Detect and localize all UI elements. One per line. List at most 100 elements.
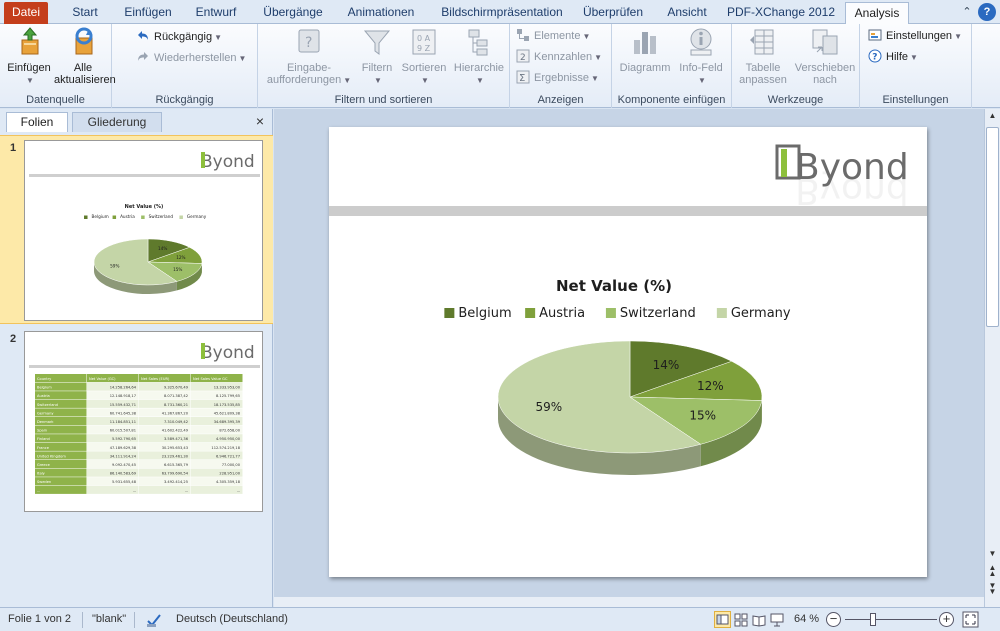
kennzahlen-button[interactable]: 2 Kennzahlen ▼ [516,48,602,66]
close-panel-icon[interactable]: × [256,113,264,129]
current-slide[interactable]: Byond Byond Net Value (%) Belgium Austria… [329,127,927,577]
theme-name[interactable]: "blank" [92,613,126,625]
table-cell-text: 23.229.461,30 [162,454,189,458]
zoom-out-button[interactable]: − [826,612,841,627]
chevron-down-icon: ▼ [476,76,484,85]
redo-button[interactable]: Wiederherstellen ▼ [136,49,246,67]
pie-data-label: 12% [176,255,185,260]
vertical-scrollbar[interactable]: ▲ ▼ ▲ ▲ ▼ ▼ [984,109,1000,607]
tab-bildschirmpraesentation[interactable]: Bildschirmpräsentation [432,2,572,24]
tabelle-label-2: anpassen [739,74,787,86]
hierarchie-button[interactable]: Hierarchie ▼ [450,26,508,87]
scroll-down-icon[interactable]: ▼ [986,549,999,562]
verschieben-nach-button[interactable]: Verschieben nach [792,26,858,86]
scroll-thumb[interactable] [986,127,999,327]
fit-to-window-icon[interactable] [962,611,979,628]
einfuegen-label: Einfügen [7,62,51,74]
tab-analysis[interactable]: Analysis [845,2,909,25]
chevron-down-icon: ▼ [954,32,962,41]
einfuegen-button[interactable]: Einfügen ▼ [4,26,54,87]
table-cell-text: Net Value (GC) [89,377,116,381]
tab-gliederung[interactable]: Gliederung [72,112,162,132]
reading-view-icon[interactable] [752,613,766,627]
kennzahlen-label: Kennzahlen [534,51,593,63]
totals-sigma-icon: Σ [516,70,530,84]
previous-slide-icon[interactable]: ▲ ▲ [986,564,999,578]
normal-view-button[interactable] [714,611,731,628]
scroll-up-icon[interactable]: ▲ [986,111,999,124]
group-werkzeuge: Tabelle anpassen Verschieben nach Werkze… [732,24,860,108]
undo-button[interactable]: Rückgängig ▼ [136,28,222,46]
ribbon: Einfügen ▼ Alle aktualisieren Datenquell… [0,24,1000,108]
slide-sorter-icon[interactable] [734,613,748,627]
slide-thumbnail-1[interactable]: 1 Byond Net Value (%) Belgium Austria Swit… [0,135,273,324]
hilfe-label: Hilfe [886,51,909,63]
einstellungen-button[interactable]: Einstellungen ▼ [868,27,962,45]
tab-ueberpruefen[interactable]: Überprüfen [576,2,650,24]
table-cell-text: 5.592.790,65 [112,437,136,441]
table-cell [191,485,243,494]
diagramm-button[interactable]: Diagramm [618,26,672,74]
slideshow-icon[interactable] [770,613,784,627]
tab-entwurf[interactable]: Entwurf [186,2,246,24]
help-icon[interactable]: ? [978,3,996,21]
next-slide-icon[interactable]: ▼ ▼ [986,582,999,596]
eingabeaufforderungen-button[interactable]: ? Eingabe- aufforderungen ▼ [262,26,356,87]
svg-text:Σ: Σ [519,73,525,84]
table-cell-text: 11.184.851,11 [110,420,136,424]
horizontal-scrollbar[interactable] [274,597,984,607]
table-cell-text: 41.602.422,49 [162,429,189,433]
legend-label: Austria [539,306,585,321]
ergebnisse-button[interactable]: Σ Ergebnisse ▼ [516,69,599,87]
byond-logo: Byond Byond [775,144,909,211]
table-cell-text: 63.799.690,54 [162,472,189,476]
legend-swatch [444,308,455,318]
tab-einfuegen[interactable]: Einfügen [116,2,180,24]
zoom-level[interactable]: 64 % [794,613,819,625]
filtern-button[interactable]: Filtern ▼ [356,26,398,87]
pie-data-label: 12% [697,379,724,393]
status-bar: Folie 1 von 2 "blank" Deutsch (Deutschla… [0,607,1000,631]
minimize-ribbon-icon[interactable]: ⌃ [958,3,976,21]
undo-icon [138,31,148,40]
hilfe-button[interactable]: ? Hilfe ▼ [868,48,918,66]
table-cell-text: Net Sales Value GC [193,377,228,381]
tab-uebergaenge[interactable]: Übergänge [254,2,332,24]
table-cell-text: 34.689.395,39 [214,420,241,424]
tab-ansicht[interactable]: Ansicht [656,2,718,24]
table-cell-text: Austria [37,394,50,398]
insert-datasource-icon [21,27,39,55]
legend-swatch [112,215,117,219]
tab-folien[interactable]: Folien [6,112,68,132]
filtern-label: Filtern [361,62,393,74]
slide-number: 1 [10,142,17,154]
chevron-down-icon: ▼ [910,53,918,62]
elemente-button[interactable]: Elemente ▼ [516,27,590,45]
pie-data-label: 15% [689,408,716,422]
alle-aktualisieren-button[interactable]: Alle aktualisieren [54,26,116,86]
zoom-in-button[interactable]: + [939,612,954,627]
settings-icon [868,29,882,41]
tab-animationen[interactable]: Animationen [336,2,426,24]
table-cell-text: 34.111.914,24 [110,454,137,458]
zoom-slider-thumb[interactable] [869,613,876,626]
refresh-all-icon [75,27,93,55]
table-cell-text: 6.615.365,79 [164,463,189,467]
info-feld-button[interactable]: Info-Feld ▼ [674,26,728,87]
slide-thumbnail-2[interactable]: 2 Byond Country Net Value (GC) Net Sales (… [0,327,273,516]
tab-start[interactable]: Start [58,2,112,24]
eingabe-label-2: aufforderungen [266,74,342,86]
table-cell [87,485,139,494]
slide-thumbnail-preview: Byond Country Net Value (GC) Net Sales (EU… [24,331,263,512]
tab-pdf-xchange[interactable]: PDF-XChange 2012 [726,2,836,24]
table-cell-text: ... [37,489,40,493]
language[interactable]: Deutsch (Deutschland) [176,613,288,625]
legend-label: Belgium [458,306,511,321]
spellcheck-icon[interactable] [146,612,162,628]
legend-label: Germany [731,306,791,321]
table-cell-text: Country [37,377,52,381]
tab-datei[interactable]: Datei [4,2,48,24]
tabelle-anpassen-button[interactable]: Tabelle anpassen [736,26,790,86]
zoom-slider-track[interactable] [845,619,937,620]
sortieren-button[interactable]: 0 A 9 Z Sortieren ▼ [398,26,450,87]
